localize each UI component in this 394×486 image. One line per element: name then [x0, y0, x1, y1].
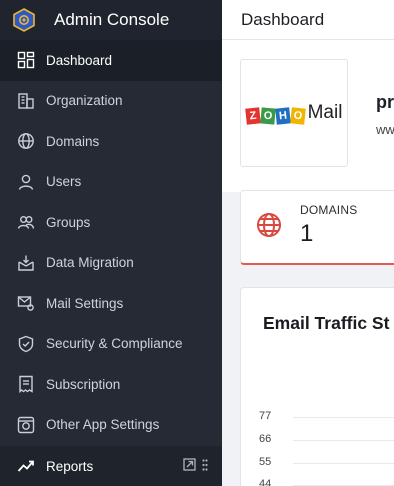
sidebar-item-label: Data Migration — [46, 255, 134, 271]
email-traffic-title: Email Traffic St — [263, 313, 390, 333]
grid-line — [293, 463, 394, 464]
sidebar-item-label: Mail Settings — [46, 295, 124, 311]
sidebar-item-label: Reports — [46, 458, 94, 474]
sidebar-item-label: Subscription — [46, 376, 121, 392]
drag-handle-icon[interactable] — [202, 458, 208, 474]
subscription-icon — [16, 374, 36, 394]
grid-line — [293, 440, 394, 441]
sidebar-item-dashboard[interactable]: Dashboard — [0, 40, 222, 81]
shield-icon — [16, 334, 36, 354]
app-settings-icon — [16, 415, 36, 435]
zoho-mail-logo: Z O H O Mail — [244, 102, 343, 125]
sidebar-item-domains[interactable]: Domains — [0, 121, 222, 162]
sidebar-item-label: Dashboard — [46, 52, 113, 68]
sidebar-item-subscription[interactable]: Subscription — [0, 364, 222, 405]
grid-line — [293, 417, 394, 418]
building-icon — [16, 91, 36, 111]
domains-count: 1 — [300, 220, 314, 247]
top-bar: Dashboard — [222, 0, 394, 40]
organization-card: Z O H O Mail — [222, 40, 394, 192]
sidebar-item-label: Groups — [46, 214, 91, 230]
globe-icon — [255, 211, 283, 239]
sidebar-item-other-app-settings[interactable]: Other App Settings — [0, 405, 222, 446]
trend-icon — [16, 456, 36, 476]
globe-icon — [16, 131, 36, 151]
email-traffic-card: Email Traffic St 77 66 55 44 — [240, 287, 394, 486]
sidebar-item-security-compliance[interactable]: Security & Compliance — [0, 324, 222, 365]
page-title: Dashboard — [241, 9, 325, 29]
main-content: Dashboard Z O H O Mail pr ww DOMAINS 1 E… — [222, 0, 394, 486]
sidebar-item-reports[interactable]: Reports — [0, 446, 222, 486]
external-link-icon[interactable] — [183, 458, 196, 474]
sidebar-item-label: Users — [46, 174, 82, 190]
logo-mail-text: Mail — [307, 102, 343, 123]
sidebar-item-label: Organization — [46, 93, 123, 109]
groups-icon — [16, 212, 36, 232]
y-tick: 44 — [259, 478, 272, 486]
y-tick: 55 — [259, 456, 272, 468]
admin-console-logo-icon — [10, 6, 38, 34]
sidebar-item-label: Security & Compliance — [46, 336, 183, 352]
sidebar: Admin Console Dashboard Organization Dom… — [0, 0, 222, 486]
app-title: Admin Console — [54, 10, 170, 29]
domains-label: DOMAINS — [300, 203, 358, 217]
dashboard-icon — [16, 50, 36, 70]
org-url[interactable]: ww — [376, 122, 394, 137]
y-tick: 66 — [259, 433, 272, 445]
user-icon — [16, 172, 36, 192]
domains-card[interactable]: DOMAINS 1 — [240, 190, 394, 265]
sidebar-item-mail-settings[interactable]: Mail Settings — [0, 283, 222, 324]
sidebar-nav: Dashboard Organization Domains Users Gro… — [0, 40, 222, 445]
org-logo[interactable]: Z O H O Mail — [240, 59, 348, 167]
sidebar-item-data-migration[interactable]: Data Migration — [0, 243, 222, 284]
sidebar-item-label: Domains — [46, 133, 100, 149]
sidebar-item-organization[interactable]: Organization — [0, 81, 222, 122]
reports-actions — [183, 458, 208, 474]
org-name: pr — [376, 92, 394, 112]
sidebar-item-users[interactable]: Users — [0, 162, 222, 203]
migration-icon — [16, 253, 36, 273]
sidebar-item-label: Other App Settings — [46, 417, 160, 433]
mail-settings-icon — [16, 293, 36, 313]
sidebar-item-groups[interactable]: Groups — [0, 202, 222, 243]
brand-header: Admin Console — [0, 0, 222, 40]
y-tick: 77 — [259, 410, 272, 422]
